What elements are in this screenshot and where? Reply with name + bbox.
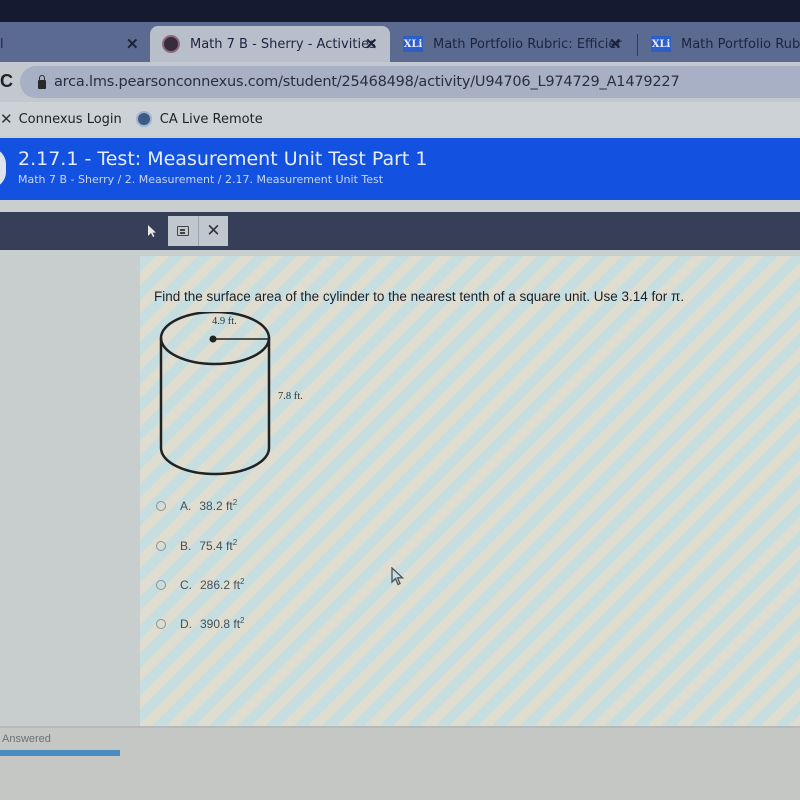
progress-fill	[0, 750, 120, 756]
choice-letter: C.	[180, 577, 192, 592]
radius-label: 4.9 ft.	[212, 316, 237, 327]
test-tool-strip: ✕	[0, 212, 800, 250]
browser-toolbar: C arca.lms.pearsonconnexus.com/student/2…	[0, 62, 800, 102]
connexus-x-icon: ✕	[0, 110, 13, 128]
answered-label: Answered	[2, 733, 51, 745]
height-label: 7.8 ft.	[278, 391, 303, 402]
xli-icon: XLi	[651, 36, 671, 52]
mouse-cursor-icon	[391, 567, 405, 586]
browser-tab-bar: l ✕ Math 7 B - Sherry - Activities ✕ XLi…	[0, 22, 800, 62]
footer-divider	[0, 726, 800, 728]
cylinder-drawing	[159, 310, 271, 476]
choice-b[interactable]: B. 75.4 ft2	[156, 538, 237, 553]
question-prompt: Find the surface area of the cylinder to…	[154, 289, 685, 304]
close-icon[interactable]: ✕	[609, 35, 622, 53]
radio-button[interactable]	[156, 618, 166, 629]
close-icon[interactable]: ✕	[126, 35, 139, 53]
radio-button[interactable]	[156, 500, 166, 511]
note-tool-button[interactable]	[168, 216, 198, 246]
choice-d[interactable]: D. 390.8 ft2	[156, 616, 244, 631]
reload-icon[interactable]: C	[0, 71, 13, 92]
bookmark-label: Connexus Login	[18, 111, 122, 127]
answered-progress-bar	[0, 750, 120, 756]
radio-button[interactable]	[156, 579, 166, 590]
tab-label: l	[0, 36, 4, 52]
left-panel	[0, 256, 140, 726]
choice-value: 75.4 ft2	[199, 538, 238, 553]
tab-math-portfolio-rubric-2[interactable]: XLi Math Portfolio Rubr	[645, 26, 800, 62]
choice-letter: D.	[180, 616, 192, 631]
pointer-tool-button[interactable]	[137, 216, 167, 246]
close-icon: ✕	[206, 221, 221, 240]
choice-value: 390.8 ft2	[200, 616, 245, 631]
tab-separator	[637, 34, 638, 56]
cylinder-figure: 4.9 ft. 7.8 ft.	[154, 310, 334, 482]
tab-label: Math 7 B - Sherry - Activities	[190, 36, 376, 52]
choice-value: 38.2 ft2	[199, 498, 238, 513]
choice-letter: B.	[180, 538, 192, 553]
bell-icon	[135, 111, 152, 127]
eliminator-tool-button[interactable]: ✕	[198, 216, 228, 246]
screen-bezel	[0, 0, 800, 24]
bookmark-connexus-login[interactable]: ✕ Connexus Login	[0, 110, 122, 128]
choice-a[interactable]: A. 38.2 ft2	[156, 498, 237, 513]
url-text[interactable]: arca.lms.pearsonconnexus.com/student/254…	[54, 74, 680, 90]
lock-icon[interactable]	[38, 74, 46, 89]
globe-icon	[162, 35, 180, 53]
pointer-icon	[148, 225, 156, 237]
note-icon	[177, 226, 189, 236]
xli-icon: XLi	[403, 36, 423, 52]
test-footer: Answered	[0, 726, 800, 800]
choice-letter: A.	[180, 498, 192, 513]
bookmark-label: CA Live Remote	[159, 111, 263, 127]
radio-button[interactable]	[156, 540, 166, 551]
close-icon[interactable]: ✕	[365, 35, 378, 53]
bookmarks-bar: ✕ Connexus Login CA Live Remote	[0, 102, 800, 136]
address-bar[interactable]: arca.lms.pearsonconnexus.com/student/254…	[20, 66, 800, 98]
cylinder-bottom	[159, 447, 271, 476]
tab-math-portfolio-rubric[interactable]: XLi Math Portfolio Rubric: Efficier ✕	[397, 26, 637, 62]
choice-value: 286.2 ft2	[200, 577, 245, 592]
tab-math-7b-activities[interactable]: Math 7 B - Sherry - Activities ✕	[150, 26, 390, 62]
bookmark-ca-live-remote[interactable]: CA Live Remote	[135, 111, 263, 127]
activity-header: 2.17.1 - Test: Measurement Unit Test Par…	[0, 138, 800, 200]
tab-label: Math Portfolio Rubric: Efficier	[433, 36, 622, 52]
tab-previous[interactable]: l ✕	[0, 26, 148, 62]
page-title: 2.17.1 - Test: Measurement Unit Test Par…	[18, 148, 428, 170]
breadcrumb: Math 7 B - Sherry / 2. Measurement / 2.1…	[18, 173, 384, 186]
choice-c[interactable]: C. 286.2 ft2	[156, 577, 244, 592]
menu-toggle[interactable]	[0, 148, 6, 188]
question-area: Find the surface area of the cylinder to…	[0, 256, 800, 726]
tab-label: Math Portfolio Rubr	[681, 36, 800, 52]
